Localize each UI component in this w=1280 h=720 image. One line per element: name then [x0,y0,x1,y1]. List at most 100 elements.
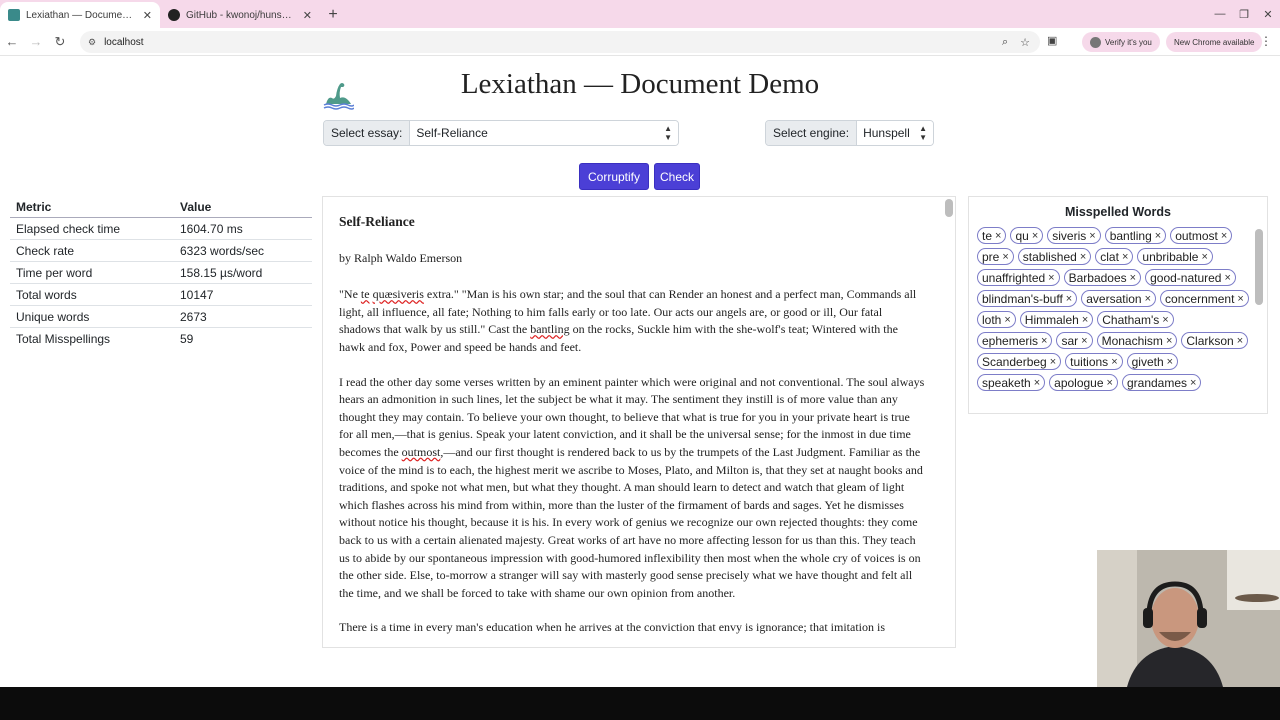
menu-kebab-icon[interactable]: ⋮ [1260,34,1272,48]
misspelled-tag[interactable]: bantling × [1104,227,1167,244]
misspelled-tag[interactable]: Himmaleh × [1019,311,1094,328]
misspelled-tag[interactable]: stablished × [1017,248,1092,265]
page-title: Lexiathan — Document Demo [460,68,820,100]
corruptify-button[interactable]: Corruptify [579,163,649,190]
remove-tag-icon[interactable]: × [1050,356,1056,368]
misspelled-tag[interactable]: grandames × [1121,374,1202,391]
misspelled-word[interactable]: te [361,287,370,301]
browser-tab-github[interactable]: GitHub - kwonoj/hunspell-asm ✕ [160,2,320,28]
remove-tag-icon[interactable]: × [995,230,1001,242]
misspelled-tag-word: loth [982,312,1002,327]
remove-tag-icon[interactable]: × [1034,377,1040,389]
remove-tag-icon[interactable]: × [1162,314,1168,326]
forward-icon[interactable]: → [24,34,48,49]
close-tab-icon[interactable]: ✕ [143,9,152,22]
remove-tag-icon[interactable]: × [1081,335,1087,347]
misspelled-tag[interactable]: Chatham's × [1097,311,1174,328]
essay-select-group: Select essay: Self-Reliance ▲ ▼ [323,120,679,146]
close-window-icon[interactable]: ✕ [1256,8,1280,21]
misspelled-tag[interactable]: Clarkson × [1181,332,1249,349]
misspelled-word[interactable]: quæsiveris [373,287,424,301]
remove-tag-icon[interactable]: × [1066,293,1072,305]
document-paragraph: "Ne te quæsiveris extra." "Man is his ow… [339,286,925,356]
restore-icon[interactable]: ❐ [1232,8,1256,21]
document-scrollbar[interactable] [945,199,953,217]
misspelled-tag[interactable]: clat × [1095,248,1134,265]
side-panel-icon[interactable]: ▣ [1047,34,1057,47]
misspelled-tag-word: Himmaleh [1024,312,1079,327]
metric-value: 6323 words/sec [180,243,265,258]
misspelled-tag[interactable]: outmost × [1170,227,1233,244]
misspelled-tag[interactable]: Monachism × [1096,332,1178,349]
misspelled-tag[interactable]: speaketh × [977,374,1046,391]
engine-select-value: Hunspell [863,126,910,140]
misspelled-word[interactable]: outmost [402,445,441,459]
table-header-row: Metric Value [10,196,312,218]
engine-select[interactable]: Hunspell ▲ ▼ [857,121,933,145]
address-text: localhost [104,36,144,48]
misspelled-tag[interactable]: blindman's-buff × [977,290,1078,307]
new-tab-button[interactable]: + [320,2,346,28]
site-info-icon[interactable]: ⚙ [88,37,96,48]
misspelled-tag[interactable]: pre × [977,248,1014,265]
misspelled-tag[interactable]: loth × [977,311,1016,328]
remove-tag-icon[interactable]: × [1237,335,1243,347]
new-chrome-chip[interactable]: New Chrome available [1166,32,1263,52]
misspelled-tag[interactable]: aversation × [1081,290,1157,307]
bookmark-star-icon[interactable]: ☆ [1020,36,1030,49]
browser-tab-lexiathan[interactable]: Lexiathan — Document Demo ✕ [0,2,160,28]
remove-tag-icon[interactable]: × [1041,335,1047,347]
remove-tag-icon[interactable]: × [1190,377,1196,389]
essay-select[interactable]: Self-Reliance ▲ ▼ [410,121,678,145]
address-bar[interactable]: ⚙ localhost ⌕ ☆ [80,31,1040,53]
remove-tag-icon[interactable]: × [1122,251,1128,263]
misspelled-tag-word: aversation [1086,291,1142,306]
remove-tag-icon[interactable]: × [1032,230,1038,242]
misspelled-tag[interactable]: unaffrighted × [977,269,1060,286]
misspelled-tag[interactable]: qu × [1010,227,1044,244]
zoom-icon[interactable]: ⌕ [1002,36,1008,49]
remove-tag-icon[interactable]: × [1002,251,1008,263]
misspelled-tag[interactable]: unbribable × [1137,248,1213,265]
remove-tag-icon[interactable]: × [1004,314,1010,326]
misspelled-word[interactable]: bantling [530,322,569,336]
misspelled-scrollbar[interactable] [1255,229,1263,305]
minimize-icon[interactable]: — [1208,8,1232,20]
remove-tag-icon[interactable]: × [1237,293,1243,305]
check-button[interactable]: Check [654,163,700,190]
misspelled-tag[interactable]: ephemeris × [977,332,1053,349]
close-tab-icon[interactable]: ✕ [303,9,312,22]
text-run: ,—and our first thought is rendered back… [339,444,923,600]
misspelled-tag[interactable]: te × [977,227,1007,244]
misspelled-tag-word: te [982,228,993,243]
remove-tag-icon[interactable]: × [1145,293,1151,305]
github-favicon-icon [168,9,180,21]
misspelled-tag[interactable]: sar × [1056,332,1093,349]
misspelled-tag[interactable]: tuitions × [1065,353,1123,370]
remove-tag-icon[interactable]: × [1201,251,1207,263]
misspelled-tag[interactable]: concernment × [1160,290,1249,307]
remove-tag-icon[interactable]: × [1048,272,1054,284]
misspelled-tag[interactable]: Scanderbeg × [977,353,1062,370]
remove-tag-icon[interactable]: × [1111,356,1117,368]
misspelled-tag[interactable]: Barbadoes × [1063,269,1142,286]
remove-tag-icon[interactable]: × [1089,230,1095,242]
remove-tag-icon[interactable]: × [1167,356,1173,368]
remove-tag-icon[interactable]: × [1130,272,1136,284]
remove-tag-icon[interactable]: × [1082,314,1088,326]
remove-tag-icon[interactable]: × [1221,230,1227,242]
misspelled-tag[interactable]: good-natured × [1145,269,1236,286]
misspelled-tag[interactable]: giveth × [1126,353,1179,370]
verify-chip[interactable]: Verify it's you [1082,32,1160,52]
remove-tag-icon[interactable]: × [1080,251,1086,263]
misspelled-tag-word: concernment [1165,291,1235,306]
misspelled-tag[interactable]: apologue × [1049,374,1118,391]
document-panel[interactable]: Self-Reliance by Ralph Waldo Emerson "Ne… [322,196,956,648]
remove-tag-icon[interactable]: × [1107,377,1113,389]
remove-tag-icon[interactable]: × [1224,272,1230,284]
misspelled-tag[interactable]: siveris × [1047,227,1101,244]
reload-icon[interactable]: ↻ [48,34,72,50]
back-icon[interactable]: ← [0,34,24,49]
remove-tag-icon[interactable]: × [1155,230,1161,242]
remove-tag-icon[interactable]: × [1166,335,1172,347]
